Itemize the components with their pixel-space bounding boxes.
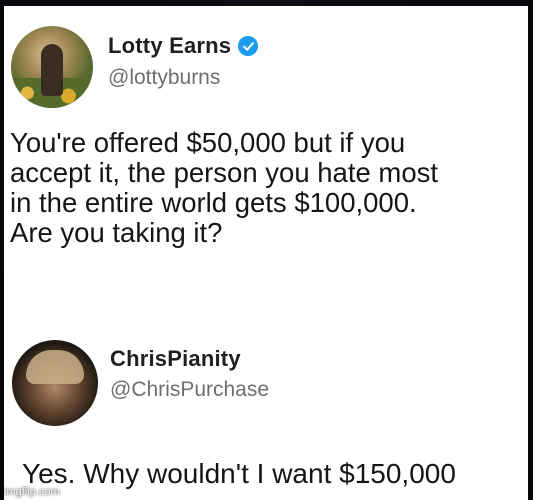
tweet-text-line: You're offered $50,000 but if you [10,127,406,158]
author-row: Lotty Earns [108,33,259,59]
tweet-text: You're offered $50,000 but if you accept… [10,128,525,248]
screenshot-frame: Lotty Earns @lottyburns You're offered $… [0,0,533,500]
verified-badge-icon [238,36,259,56]
author-display-name[interactable]: Lotty Earns [108,33,231,59]
avatar[interactable] [12,340,98,426]
reply-author-handle[interactable]: @ChrisPurchase [110,378,269,402]
checkmark-icon [242,41,254,51]
tweet-text-line: Are you taking it? [10,217,223,248]
tweet-card: Lotty Earns @lottyburns You're offered $… [4,6,528,500]
avatar[interactable] [11,26,93,108]
reply-author-display-name[interactable]: ChrisPianity [110,346,241,372]
watermark: imgflip.com [4,486,60,498]
tweet-text-line: accept it, the person you hate most [10,157,439,188]
avatar-figure [26,350,84,384]
reply-text: Yes. Why wouldn't I want $150,000 [22,458,456,489]
reply-author-row: ChrisPianity [110,346,241,372]
author-handle[interactable]: @lottyburns [108,66,220,90]
tweet-text-line: in the entire world gets $100,000. [10,187,417,218]
avatar-figure [41,44,63,96]
